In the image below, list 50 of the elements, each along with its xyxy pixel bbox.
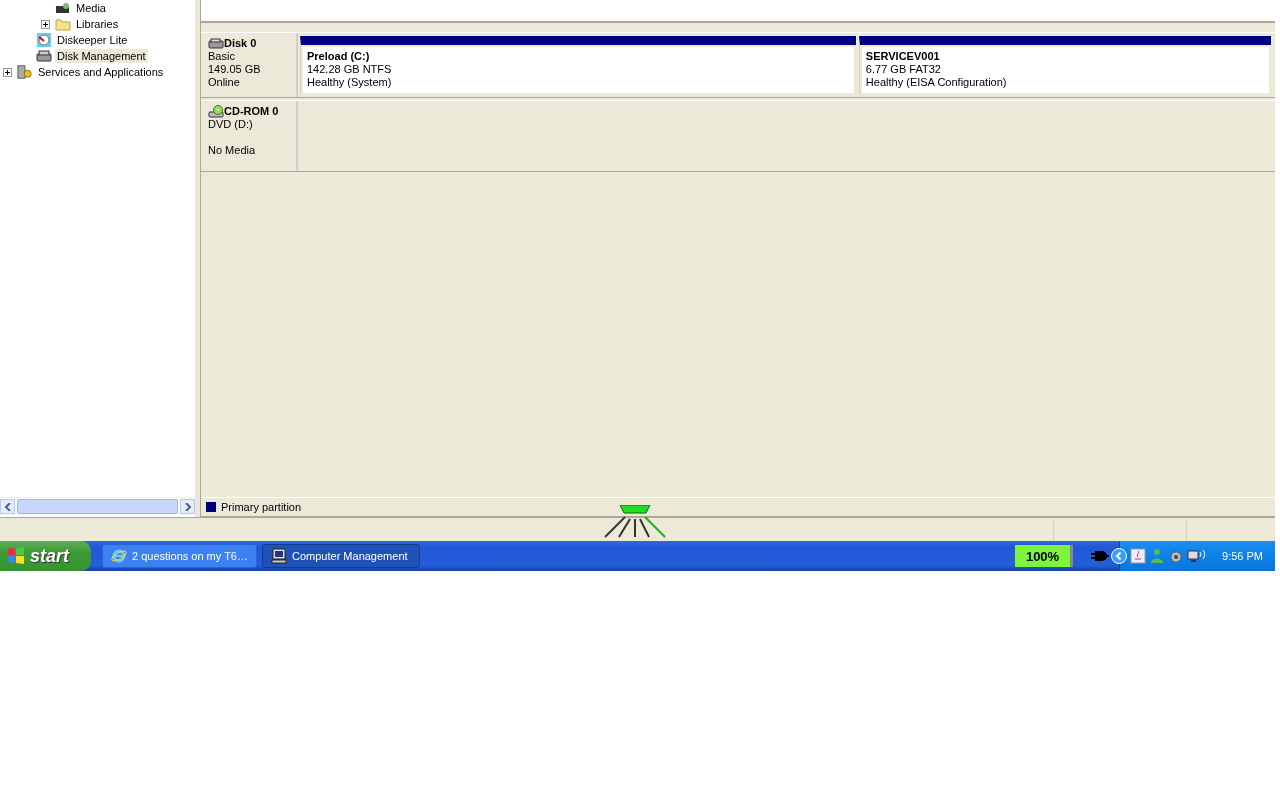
clock[interactable]: 9:56 PM bbox=[1222, 550, 1263, 562]
chevron-left-icon[interactable] bbox=[1111, 548, 1128, 564]
disk-size: 149.05 GB bbox=[208, 63, 262, 76]
wireless-network-icon[interactable] bbox=[1187, 548, 1208, 564]
chevron-right-icon bbox=[184, 502, 191, 511]
server-gear-icon bbox=[17, 64, 33, 80]
drive-icon bbox=[55, 2, 71, 14]
partition-status: Healthy (System) bbox=[307, 76, 393, 89]
java-icon[interactable] bbox=[1130, 548, 1147, 564]
disk-name: Disk 0 bbox=[224, 37, 257, 50]
gear-icon[interactable] bbox=[1168, 548, 1185, 564]
partition-name: SERVICEV001 bbox=[865, 50, 941, 63]
partition-status: Healthy (EISA Configuration) bbox=[865, 76, 1008, 89]
battery-reading: 100% bbox=[1025, 548, 1060, 564]
battery-meter[interactable]: 100% bbox=[1015, 545, 1074, 567]
browser-e-icon bbox=[111, 548, 127, 564]
chevron-left-icon bbox=[4, 502, 11, 511]
partition-block[interactable]: Preload (C:) 142.28 GB NTFS Healthy (System) bbox=[300, 36, 856, 95]
scrollbar-thumb[interactable] bbox=[17, 499, 178, 514]
lamp-drawing bbox=[603, 505, 667, 539]
disk-name: CD-ROM 0 bbox=[224, 105, 279, 118]
scroll-right-button[interactable] bbox=[180, 499, 195, 514]
start-button[interactable]: start bbox=[0, 541, 91, 571]
computer-icon bbox=[271, 548, 287, 564]
partition-size: 6.77 GB FAT32 bbox=[865, 63, 942, 76]
folder-icon bbox=[55, 17, 71, 31]
disk-defrag-icon bbox=[36, 32, 52, 48]
disk-status: No Media bbox=[208, 144, 257, 157]
tree-item[interactable]: Disk Management bbox=[55, 49, 148, 63]
tree-item[interactable]: Libraries bbox=[74, 17, 121, 31]
cd-drive-icon bbox=[208, 105, 224, 118]
partition-block[interactable]: SERVICEV001 6.77 GB FAT32 Healthy (EISA Configuration) bbox=[858, 36, 1271, 95]
disk-drive-icon bbox=[36, 49, 52, 63]
disk-status: Online bbox=[208, 76, 241, 89]
tree-item[interactable]: Services and Applications bbox=[36, 65, 166, 79]
windows-logo-icon bbox=[7, 547, 25, 565]
tree-item[interactable]: Diskeeper Lite bbox=[55, 33, 130, 47]
expand-toggle[interactable] bbox=[3, 67, 12, 77]
disk-type: Basic bbox=[208, 50, 236, 63]
tree-item[interactable]: Media bbox=[74, 1, 108, 15]
expand-toggle[interactable] bbox=[41, 19, 50, 29]
power-plug-icon[interactable] bbox=[1091, 549, 1110, 563]
taskbar-button[interactable]: Computer Management bbox=[262, 544, 420, 568]
partition-size: 142.28 GB NTFS bbox=[307, 63, 393, 76]
disk-drive-icon bbox=[208, 38, 224, 49]
disk-type: DVD (D:) bbox=[208, 118, 254, 131]
taskbar-button[interactable]: 2 questions on my T6… bbox=[102, 544, 257, 568]
partition-name: Preload (C:) bbox=[307, 50, 371, 63]
scroll-left-button[interactable] bbox=[0, 499, 15, 514]
legend-label: Primary partition bbox=[221, 501, 302, 513]
